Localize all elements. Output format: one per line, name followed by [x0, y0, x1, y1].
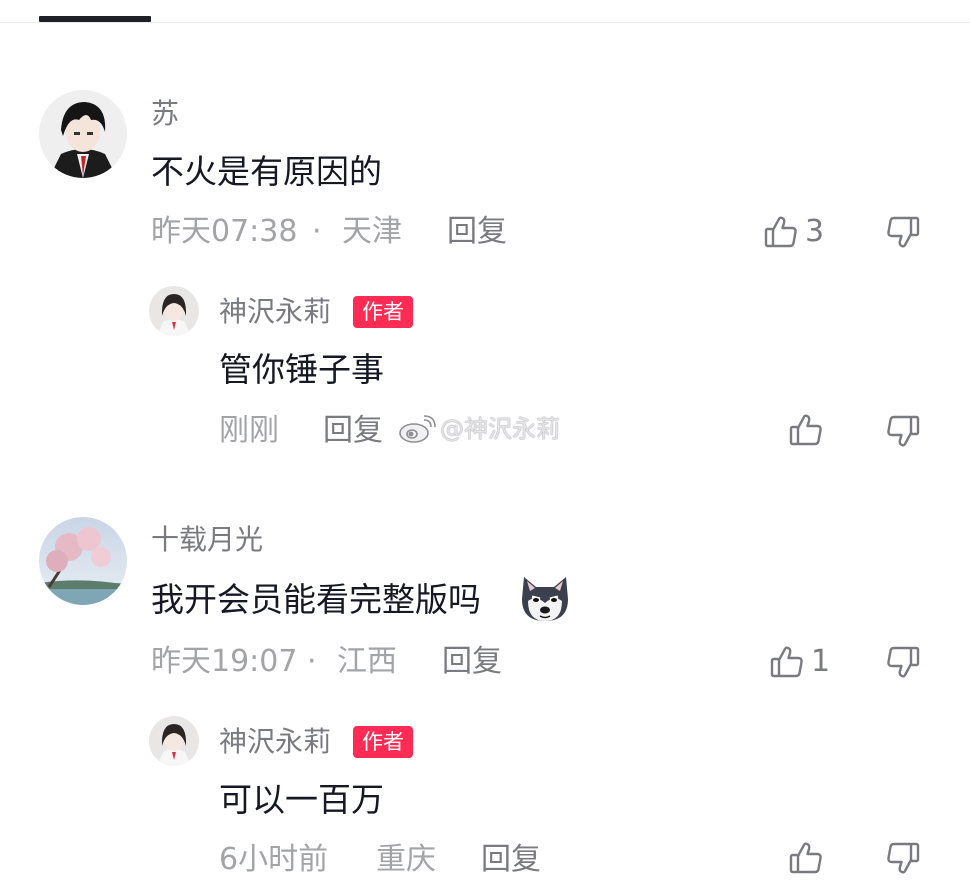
thumb-down-icon: [885, 413, 921, 449]
reply-button[interactable]: 回复: [481, 840, 541, 880]
author-badge: 作者: [353, 726, 413, 758]
watermark-text: @神沢永莉: [440, 415, 560, 443]
thumb-up-icon: [788, 412, 824, 448]
thumb-down-icon: [885, 214, 921, 250]
reply-text: 管你锤子事: [219, 350, 384, 389]
dislike-button[interactable]: [885, 214, 921, 254]
reply-time: 6小时前: [219, 842, 329, 877]
reply-button[interactable]: 回复: [447, 212, 507, 252]
avatar-author[interactable]: [149, 286, 199, 336]
comment-username[interactable]: 苏: [151, 96, 179, 132]
avatar-su[interactable]: [39, 90, 127, 178]
like-count: 1: [811, 644, 831, 679]
reply-username[interactable]: 神沢永莉: [219, 294, 331, 330]
comment-time: 昨天07:38: [151, 214, 298, 249]
comment-username[interactable]: 十载月光: [151, 522, 263, 558]
dislike-button[interactable]: [885, 644, 921, 684]
reply-location: 重庆: [376, 842, 436, 877]
comment-location: 江西: [337, 644, 397, 679]
reply-button[interactable]: 回复: [323, 411, 383, 451]
thumb-down-icon: [885, 840, 921, 876]
dog-emoji: [518, 573, 572, 625]
author-badge: 作者: [353, 296, 413, 328]
dislike-button[interactable]: [885, 840, 921, 880]
like-count: 3: [805, 214, 825, 249]
comment-text: 我开会员能看完整版吗: [151, 580, 481, 619]
like-button[interactable]: 3: [763, 212, 824, 252]
like-button[interactable]: 1: [769, 642, 830, 682]
comment-location: 天津: [342, 214, 402, 249]
thumb-down-icon: [885, 644, 921, 680]
reply-button[interactable]: 回复: [442, 642, 502, 682]
like-button[interactable]: [788, 840, 824, 876]
comment-text: 不火是有原因的: [151, 152, 382, 191]
reply-username[interactable]: 神沢永莉: [219, 724, 331, 760]
like-button[interactable]: [788, 412, 824, 448]
comment-time: 昨天19:07: [151, 644, 298, 679]
weibo-icon: [398, 414, 436, 444]
reply-text: 可以一百万: [219, 780, 384, 819]
active-tab-indicator: [39, 16, 151, 22]
reply-time: 刚刚: [219, 413, 279, 448]
dislike-button[interactable]: [885, 413, 921, 453]
meta-separator: ·: [307, 644, 317, 679]
thumb-up-icon: [788, 840, 824, 876]
avatar-shizaiyueguang[interactable]: [39, 517, 127, 605]
tab-bar: [0, 0, 970, 23]
meta-separator: ·: [312, 214, 322, 249]
watermark: @神沢永莉: [398, 412, 560, 446]
thumb-up-icon: [769, 644, 805, 680]
avatar-author[interactable]: [149, 716, 199, 766]
thumb-up-icon: [763, 214, 799, 250]
